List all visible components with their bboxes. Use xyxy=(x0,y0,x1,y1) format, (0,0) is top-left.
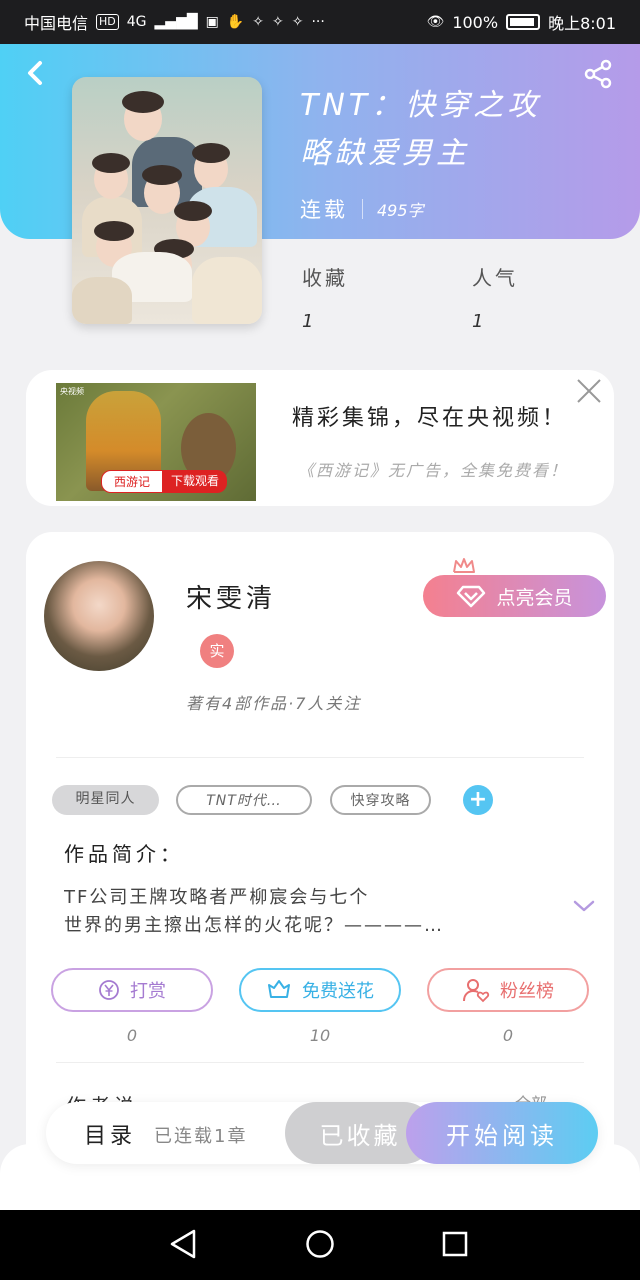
diamond-icon xyxy=(457,585,486,608)
intro-line1: TF公司王牌攻略者严柳宸会与七个 xyxy=(64,887,370,908)
serial-status: 连载 xyxy=(300,198,348,222)
serial-chapters: 已连载1章 xyxy=(154,1126,248,1147)
carrier-name: 中国电信 xyxy=(24,14,89,33)
flower-count: 10 xyxy=(309,1026,331,1045)
bird-icon: ✧ xyxy=(252,14,265,30)
back-icon[interactable] xyxy=(22,58,52,88)
vip-button[interactable]: 点亮会员 xyxy=(423,575,606,617)
nav-recent-icon[interactable] xyxy=(442,1231,468,1257)
network-type: 4G xyxy=(126,14,147,30)
popularity-value: 1 xyxy=(472,311,484,332)
collected-label: 已收藏 xyxy=(319,1121,401,1150)
more-icon: ··· xyxy=(311,14,325,30)
author-name[interactable]: 宋雯清 xyxy=(186,578,276,615)
author-avatar[interactable] xyxy=(44,561,154,671)
fans-ranking-button[interactable]: 粉丝榜 xyxy=(427,968,589,1012)
ad-brand: 央视频 xyxy=(60,387,84,396)
vip-button-label: 点亮会员 xyxy=(496,586,573,609)
tag-tnt[interactable]: TNT时代… xyxy=(176,785,312,815)
app-notification-icon: ▣ xyxy=(205,14,219,30)
meta-divider xyxy=(362,199,363,219)
flower-icon xyxy=(268,980,290,998)
ad-tag-name: 西游记 xyxy=(101,470,164,493)
reward-button[interactable]: 打赏 xyxy=(51,968,213,1012)
ad-image[interactable]: 央视频 西游记 下载观看 xyxy=(56,383,256,501)
close-icon[interactable] xyxy=(576,378,602,404)
ad-headline[interactable]: 精彩集锦，尽在央视频！ xyxy=(292,400,567,432)
nav-back-icon[interactable] xyxy=(168,1228,198,1260)
book-cover[interactable] xyxy=(72,77,262,324)
add-tag-button[interactable]: + xyxy=(463,785,493,815)
ad-description[interactable]: 《西游记》无广告，全集免费看！ xyxy=(298,458,608,502)
word-count: 495字 xyxy=(377,201,424,220)
chevron-down-icon[interactable] xyxy=(572,898,596,914)
intro-label: 作品简介： xyxy=(64,842,184,866)
start-reading-button[interactable]: 开始阅读 xyxy=(406,1102,598,1164)
divider xyxy=(56,1062,584,1063)
verified-badge: 实 xyxy=(200,634,234,668)
book-title: TNT：快穿之攻 略缺爱男主 xyxy=(300,82,600,178)
battery-percent: 100% xyxy=(452,12,499,32)
yen-icon xyxy=(99,980,119,1000)
fans-ranking-label: 粉丝榜 xyxy=(500,981,554,1002)
intro-line2: 世界的男主擦出怎样的火花呢？————… xyxy=(64,915,444,936)
reward-count: 0 xyxy=(126,1026,138,1045)
book-title-line2: 略缺爱男主 xyxy=(300,136,470,171)
tag-quick-travel[interactable]: 快穿攻略 xyxy=(330,785,431,815)
status-bar: 中国电信 HD 4G ▂▄▆█ ▣ ✋ ✧ ✧ ✧ ··· 👁 100% 晚上8… xyxy=(0,0,640,44)
nav-home-icon[interactable] xyxy=(305,1229,335,1259)
hd-badge: HD xyxy=(96,14,119,30)
popularity-label: 人气 xyxy=(472,266,518,290)
fans-count: 0 xyxy=(502,1026,514,1045)
reward-label: 打赏 xyxy=(130,981,166,1002)
divider xyxy=(56,757,584,758)
clock: 晚上8:01 xyxy=(548,14,616,33)
favorites-label: 收藏 xyxy=(302,266,348,290)
battery-icon xyxy=(506,14,541,30)
ad-tag-action: 下载观看 xyxy=(163,470,228,493)
ad-tag: 西游记 下载观看 xyxy=(101,470,228,493)
toc-button[interactable]: 目录 xyxy=(84,1118,136,1150)
user-heart-icon xyxy=(463,979,490,1003)
bird-icon-3: ✧ xyxy=(291,14,304,30)
hand-icon: ✋ xyxy=(226,14,245,30)
book-title-line1: TNT：快穿之攻 xyxy=(300,88,542,123)
intro-text[interactable]: TF公司王牌攻略者严柳宸会与七个 世界的男主擦出怎样的火花呢？————… xyxy=(64,884,524,940)
signal-icon: ▂▄▆█ xyxy=(154,14,198,30)
crown-icon xyxy=(452,556,476,576)
author-info: 著有4部作品·7人关注 xyxy=(186,694,362,713)
book-meta: 连载 495字 xyxy=(300,194,424,224)
free-flower-button[interactable]: 免费送花 xyxy=(239,968,401,1012)
tag-star-fanfic[interactable]: 明星同人 xyxy=(52,785,159,815)
start-reading-label: 开始阅读 xyxy=(446,1121,558,1150)
bird-icon-2: ✧ xyxy=(272,14,284,30)
free-flower-label: 免费送花 xyxy=(302,981,374,1002)
favorites-value: 1 xyxy=(302,311,314,332)
eye-icon: 👁 xyxy=(426,14,445,30)
